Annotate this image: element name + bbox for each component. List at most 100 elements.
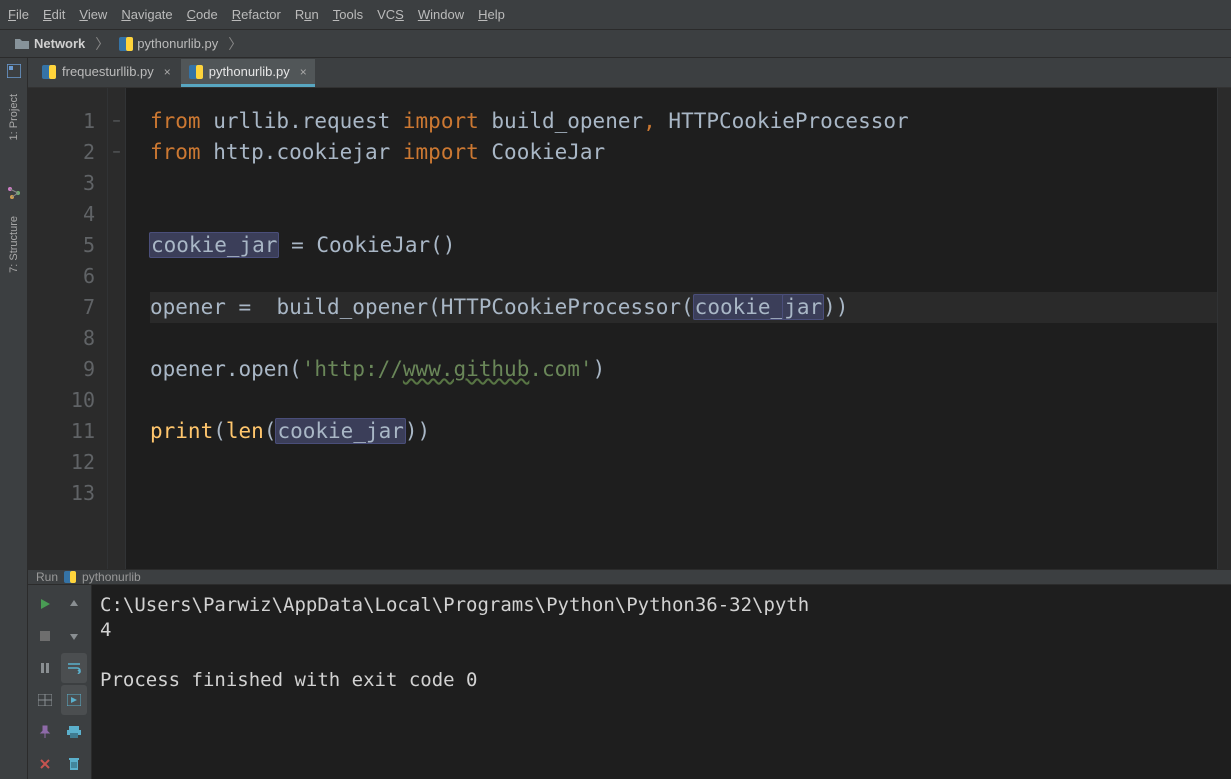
python-file-icon: [42, 65, 56, 79]
main-area: 1: Project 7: Structure frequesturllib.p…: [0, 58, 1231, 779]
fold-marker[interactable]: [108, 478, 125, 509]
line-number: 7: [28, 292, 95, 323]
line-number: 11: [28, 416, 95, 447]
code-line[interactable]: [150, 168, 1217, 199]
run-config-name: pythonurlib: [82, 570, 141, 584]
line-number: 8: [28, 323, 95, 354]
menu-edit[interactable]: Edit: [43, 7, 65, 22]
fold-marker[interactable]: [108, 168, 125, 199]
run-panel-body: C:\Users\Parwiz\AppData\Local\Programs\P…: [28, 585, 1231, 779]
soft-wrap-button[interactable]: [61, 653, 88, 683]
fold-marker[interactable]: [108, 261, 125, 292]
menu-view[interactable]: View: [79, 7, 107, 22]
menu-refactor[interactable]: Refactor: [232, 7, 281, 22]
left-tool-strip: 1: Project 7: Structure: [0, 58, 28, 779]
fold-marker[interactable]: [108, 292, 125, 323]
pause-button[interactable]: [32, 653, 59, 683]
editor-tab[interactable]: frequesturllib.py ×: [34, 59, 179, 87]
code-editor[interactable]: 12345678910111213 −− from urllib.request…: [28, 88, 1231, 569]
stop-button[interactable]: [32, 621, 59, 651]
python-file-icon: [119, 37, 133, 51]
fold-marker[interactable]: [108, 354, 125, 385]
python-file-icon: [189, 65, 203, 79]
code-line[interactable]: [150, 199, 1217, 230]
navigation-bar: Network 〉 pythonurlib.py 〉: [0, 30, 1231, 58]
code-line[interactable]: from http.cookiejar import CookieJar: [150, 137, 1217, 168]
menu-tools[interactable]: Tools: [333, 7, 363, 22]
code-line[interactable]: opener.open('http://www.github.com'): [150, 354, 1217, 385]
line-number-gutter: 12345678910111213: [28, 88, 108, 569]
run-toolbar: [28, 585, 92, 779]
editor-tabs: frequesturllib.py × pythonurlib.py ×: [28, 58, 1231, 88]
run-panel: Run pythonurlib: [28, 569, 1231, 779]
up-stack-button[interactable]: [61, 589, 88, 619]
code-line[interactable]: from urllib.request import build_opener,…: [150, 106, 1217, 137]
fold-marker[interactable]: [108, 199, 125, 230]
menu-vcs[interactable]: VCS: [377, 7, 404, 22]
run-panel-header[interactable]: Run pythonurlib: [28, 570, 1231, 585]
center-area: frequesturllib.py × pythonurlib.py × 123…: [28, 58, 1231, 779]
down-stack-button[interactable]: [61, 621, 88, 651]
menu-code[interactable]: Code: [187, 7, 218, 22]
python-file-icon: [64, 571, 76, 583]
code-line[interactable]: [150, 323, 1217, 354]
structure-tool-tab[interactable]: 7: Structure: [6, 206, 22, 283]
line-number: 5: [28, 230, 95, 261]
scroll-to-end-button[interactable]: [61, 685, 88, 715]
trash-button[interactable]: [61, 749, 88, 779]
console-output[interactable]: C:\Users\Parwiz\AppData\Local\Programs\P…: [92, 585, 1231, 779]
fold-marker[interactable]: [108, 447, 125, 478]
code-line[interactable]: [150, 385, 1217, 416]
project-tool-tab[interactable]: 1: Project: [6, 84, 22, 150]
folder-icon: [14, 37, 30, 51]
code-line[interactable]: [150, 478, 1217, 509]
menu-bar: File Edit View Navigate Code Refactor Ru…: [0, 0, 1231, 30]
line-number: 6: [28, 261, 95, 292]
breadcrumb-sep-icon: 〉: [226, 34, 244, 54]
structure-tool-icon[interactable]: [5, 184, 23, 202]
fold-marker[interactable]: [108, 230, 125, 261]
code-line[interactable]: [150, 447, 1217, 478]
print-button[interactable]: [61, 717, 88, 747]
breadcrumb-sep-icon: 〉: [93, 34, 111, 54]
menu-file[interactable]: File: [8, 7, 29, 22]
fold-marker[interactable]: [108, 323, 125, 354]
close-icon[interactable]: ×: [160, 65, 171, 79]
menu-window[interactable]: Window: [418, 7, 464, 22]
close-button[interactable]: [32, 749, 59, 779]
line-number: 4: [28, 199, 95, 230]
breadcrumb-file[interactable]: pythonurlib.py: [115, 36, 222, 51]
menu-run[interactable]: Run: [295, 7, 319, 22]
line-number: 3: [28, 168, 95, 199]
breadcrumb-file-label: pythonurlib.py: [137, 36, 218, 51]
breadcrumb-project[interactable]: Network: [10, 36, 89, 51]
menu-help[interactable]: Help: [478, 7, 505, 22]
breadcrumb-project-label: Network: [34, 36, 85, 51]
close-icon[interactable]: ×: [296, 65, 307, 79]
line-number: 1: [28, 106, 95, 137]
fold-column[interactable]: −−: [108, 88, 126, 569]
editor-scrollbar[interactable]: [1217, 88, 1231, 569]
rerun-button[interactable]: [32, 589, 59, 619]
fold-marker[interactable]: [108, 385, 125, 416]
editor-tab[interactable]: pythonurlib.py ×: [181, 59, 315, 87]
fold-marker[interactable]: [108, 416, 125, 447]
code-line[interactable]: print(len(cookie_jar)): [150, 416, 1217, 447]
code-area[interactable]: from urllib.request import build_opener,…: [126, 88, 1217, 569]
line-number: 2: [28, 137, 95, 168]
run-panel-title: Run: [36, 570, 58, 584]
line-number: 12: [28, 447, 95, 478]
code-line[interactable]: [150, 261, 1217, 292]
editor-tab-label: frequesturllib.py: [62, 64, 154, 79]
code-line[interactable]: opener = build_opener(HTTPCookieProcesso…: [150, 292, 1217, 323]
line-number: 9: [28, 354, 95, 385]
menu-navigate[interactable]: Navigate: [121, 7, 172, 22]
pin-tab-button[interactable]: [32, 717, 59, 747]
fold-marker[interactable]: −: [108, 137, 125, 168]
fold-marker[interactable]: −: [108, 106, 125, 137]
layout-button[interactable]: [32, 685, 59, 715]
project-tool-icon[interactable]: [5, 62, 23, 80]
code-line[interactable]: cookie_jar = CookieJar(): [150, 230, 1217, 261]
editor-tab-label: pythonurlib.py: [209, 64, 290, 79]
line-number: 10: [28, 385, 95, 416]
